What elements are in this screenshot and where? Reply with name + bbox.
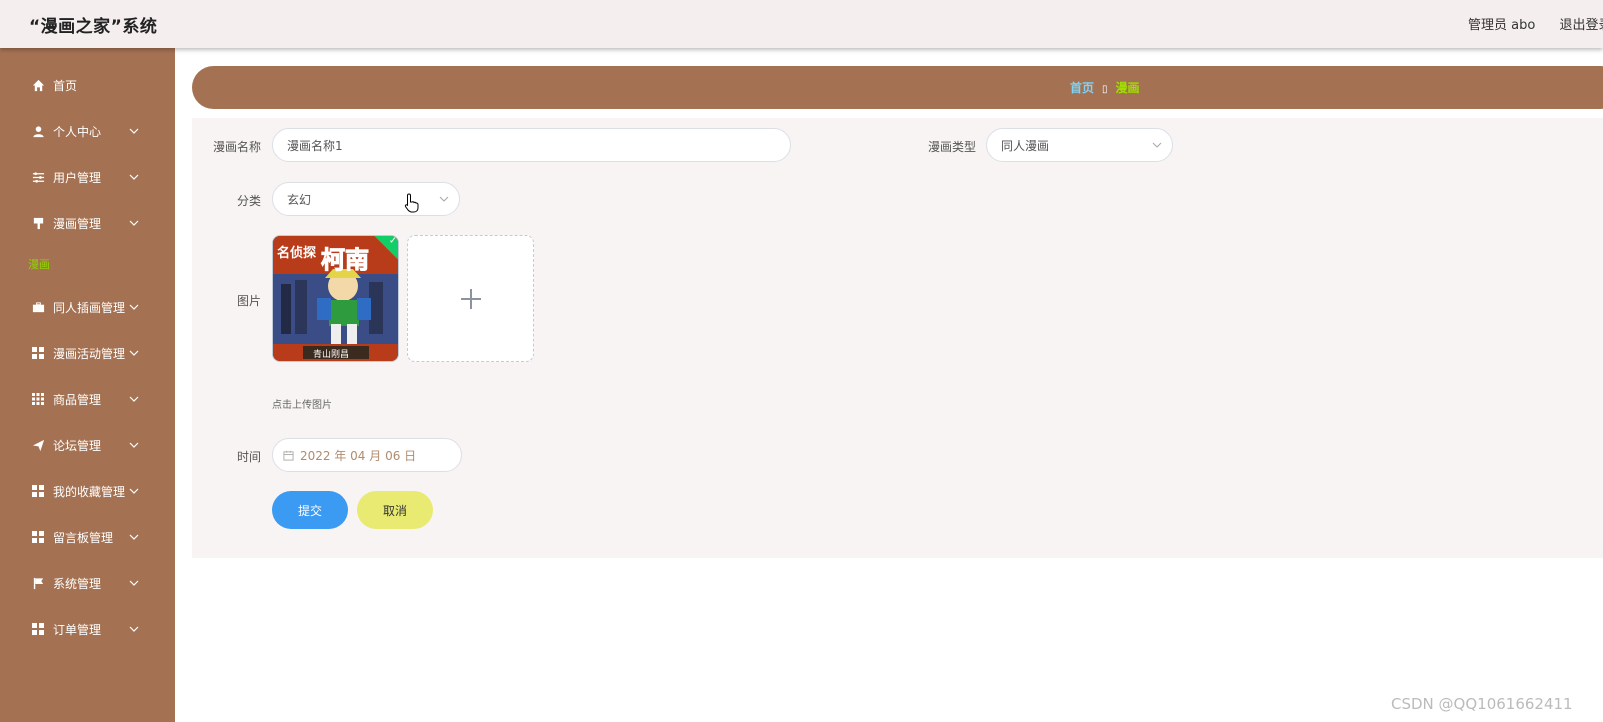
category-select-value: 玄幻	[287, 192, 312, 207]
sidebar-item-label: 漫画管理	[53, 216, 102, 231]
upload-tip: 点击上传图片	[272, 400, 332, 411]
header-user-area: 管理员 abo 退出登录	[1468, 14, 1603, 33]
chevron-down-icon	[129, 350, 139, 356]
logout-link[interactable]: 退出登录	[1559, 18, 1603, 33]
top-header: “漫画之家”系统 管理员 abo 退出登录	[0, 0, 1603, 48]
sidebar-item-label: 个人中心	[53, 124, 102, 139]
sidebar-item-messages[interactable]: 留言板管理	[0, 522, 175, 552]
plus-icon-vertical	[470, 289, 472, 309]
sidebar-item-label: 我的收藏管理	[53, 484, 126, 499]
user-icon	[31, 124, 45, 138]
sidebar-item-favorites[interactable]: 我的收藏管理	[0, 476, 175, 506]
breadcrumb-separator: ▯	[1102, 84, 1108, 95]
chevron-down-icon	[1152, 142, 1162, 148]
sidebar-item-forum[interactable]: 论坛管理	[0, 430, 175, 460]
chevron-down-icon	[439, 196, 449, 202]
chevron-down-icon	[129, 304, 139, 310]
sidebar-item-label: 用户管理	[53, 170, 102, 185]
app-title: “漫画之家”系统	[29, 17, 158, 37]
grid-icon	[31, 622, 45, 636]
hand-cursor-icon	[404, 193, 419, 213]
type-select[interactable]: 同人漫画	[986, 128, 1173, 162]
time-picker[interactable]: 2022 年 04 月 06 日	[272, 438, 462, 472]
breadcrumb-home[interactable]: 首页	[1070, 81, 1094, 95]
cover-top-text: 名侦探	[277, 246, 317, 261]
chevron-down-icon	[129, 220, 139, 226]
sidebar-item-profile[interactable]: 个人中心	[0, 116, 175, 146]
sidebar-item-label: 漫画活动管理	[53, 346, 126, 361]
sliders-icon	[31, 170, 45, 184]
apps-icon	[31, 392, 45, 406]
grid-icon	[31, 484, 45, 498]
cover-author-text: 青山刚昌	[313, 350, 350, 360]
sidebar-item-label: 留言板管理	[53, 530, 114, 545]
sidebar-item-label: 系统管理	[53, 576, 102, 591]
sidebar-item-label: 同人插画管理	[53, 300, 126, 315]
breadcrumb: 首页 ▯ 漫画	[1070, 79, 1140, 96]
current-user: 管理员 abo	[1468, 18, 1536, 33]
sidebar: 首页 个人中心 用户管理 漫画管理 漫画 同人插画管理 漫画活动管理 商品管理 …	[0, 48, 175, 722]
sidebar-subitem-comic-active[interactable]: 漫画	[28, 256, 50, 272]
type-label: 漫画类型	[927, 140, 976, 154]
sidebar-item-system[interactable]: 系统管理	[0, 568, 175, 598]
breadcrumb-bar: 首页 ▯ 漫画	[192, 66, 1603, 109]
image-label: 图片	[236, 294, 261, 308]
image-upload-button[interactable]	[407, 235, 534, 362]
cover-title-text: 柯南	[321, 246, 370, 275]
chevron-down-icon	[129, 534, 139, 540]
check-icon: ✓	[388, 235, 398, 247]
breadcrumb-current: 漫画	[1115, 81, 1140, 95]
sidebar-item-fan-illustration[interactable]: 同人插画管理	[0, 292, 175, 322]
sidebar-item-users[interactable]: 用户管理	[0, 162, 175, 192]
chevron-down-icon	[129, 128, 139, 134]
sidebar-item-label: 首页	[53, 78, 78, 93]
sidebar-item-orders[interactable]: 订单管理	[0, 614, 175, 644]
category-select[interactable]: 玄幻	[272, 182, 460, 216]
grid-icon	[31, 346, 45, 360]
home-icon	[31, 78, 45, 92]
chevron-down-icon	[129, 396, 139, 402]
sidebar-item-comic-events[interactable]: 漫画活动管理	[0, 338, 175, 368]
time-picker-value: 2022 年 04 月 06 日	[300, 448, 417, 463]
cancel-button[interactable]: 取消	[357, 491, 433, 529]
calendar-icon	[283, 450, 294, 461]
chevron-down-icon	[129, 626, 139, 632]
submit-button[interactable]: 提交	[272, 491, 348, 529]
chevron-down-icon	[129, 442, 139, 448]
sidebar-item-label: 商品管理	[53, 392, 102, 407]
grid-icon	[31, 530, 45, 544]
chevron-down-icon	[129, 488, 139, 494]
name-input-value: 漫画名称1	[287, 138, 343, 153]
sidebar-item-label: 论坛管理	[53, 438, 102, 453]
category-label: 分类	[236, 194, 261, 208]
watermark: CSDN @QQ1061662411	[1391, 695, 1573, 713]
chevron-down-icon	[129, 580, 139, 586]
flag-icon	[31, 576, 45, 590]
name-label: 漫画名称	[212, 140, 261, 154]
chevron-down-icon	[129, 174, 139, 180]
sidebar-item-products[interactable]: 商品管理	[0, 384, 175, 414]
brush-icon	[31, 216, 45, 230]
type-select-value: 同人漫画	[1001, 138, 1050, 153]
send-icon	[31, 438, 45, 452]
sidebar-item-comics[interactable]: 漫画管理	[0, 208, 175, 238]
briefcase-icon	[31, 300, 45, 314]
name-input[interactable]: 漫画名称1	[272, 128, 791, 162]
uploaded-image-thumbnail[interactable]: 名侦探 柯南 青山刚昌 ✓	[272, 235, 399, 362]
sidebar-item-home[interactable]: 首页	[0, 70, 175, 100]
time-label: 时间	[236, 450, 261, 464]
sidebar-item-label: 订单管理	[53, 622, 102, 637]
